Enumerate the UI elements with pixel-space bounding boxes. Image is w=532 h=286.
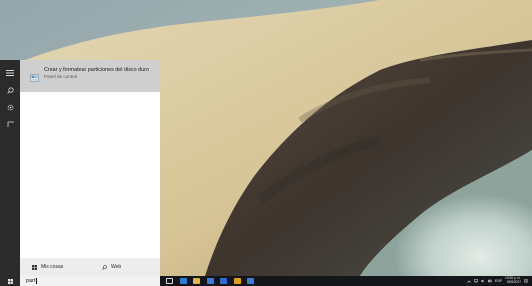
windows-icon [7,278,13,284]
search-panel: Crear y formatear particiones del disco … [0,60,160,276]
system-tray: ESP 10:06 p. m. 9/05/2017 [467,276,528,286]
search-query-text: part [26,278,36,284]
chevron-up-icon[interactable] [467,279,471,283]
best-match-result[interactable]: Crear y formatear particiones del disco … [20,60,160,92]
task-view-icon[interactable] [166,278,173,284]
store-icon[interactable] [206,278,214,284]
language-indicator[interactable]: ESP [495,279,502,283]
best-match-title: Crear y formatear particiones del disco … [44,67,149,73]
start-button[interactable] [0,276,20,286]
search-icon[interactable] [3,83,17,97]
clock[interactable]: 10:06 p. m. 9/05/2017 [505,276,521,285]
volume-icon[interactable] [481,279,485,283]
search-results-pane: Crear y formatear particiones del disco … [20,60,160,276]
chrome-icon[interactable] [233,278,241,284]
search-icon [102,264,107,270]
outlook-icon[interactable] [220,278,227,284]
notifications-icon[interactable] [524,279,528,283]
start-rail [0,60,20,276]
search-scope-bar: Mis cosas Web [20,258,160,276]
disk-management-icon [30,69,39,82]
app-ai-icon[interactable] [247,278,254,284]
taskbar-search-box[interactable]: part [20,276,160,286]
scope-web-label: Web [111,264,122,270]
taskbar: part ESP 10:06 p. m. 9/05/2017 [0,276,532,286]
network-icon[interactable] [473,279,478,283]
edge-icon[interactable] [179,278,187,284]
scope-web-button[interactable]: Web [90,258,160,276]
feedback-icon[interactable] [3,117,17,131]
scope-my-stuff-label: Mis cosas [41,264,64,270]
best-match-subtitle: Panel de control [44,74,78,80]
text-caret [35,278,37,284]
battery-icon[interactable] [487,279,492,283]
gear-icon[interactable] [3,100,17,114]
file-explorer-icon[interactable] [193,278,200,284]
windows-icon [32,264,37,270]
scope-my-stuff-button[interactable]: Mis cosas [20,258,90,276]
hamburger-menu-icon[interactable] [3,66,17,80]
clock-date: 9/05/2017 [506,280,521,284]
